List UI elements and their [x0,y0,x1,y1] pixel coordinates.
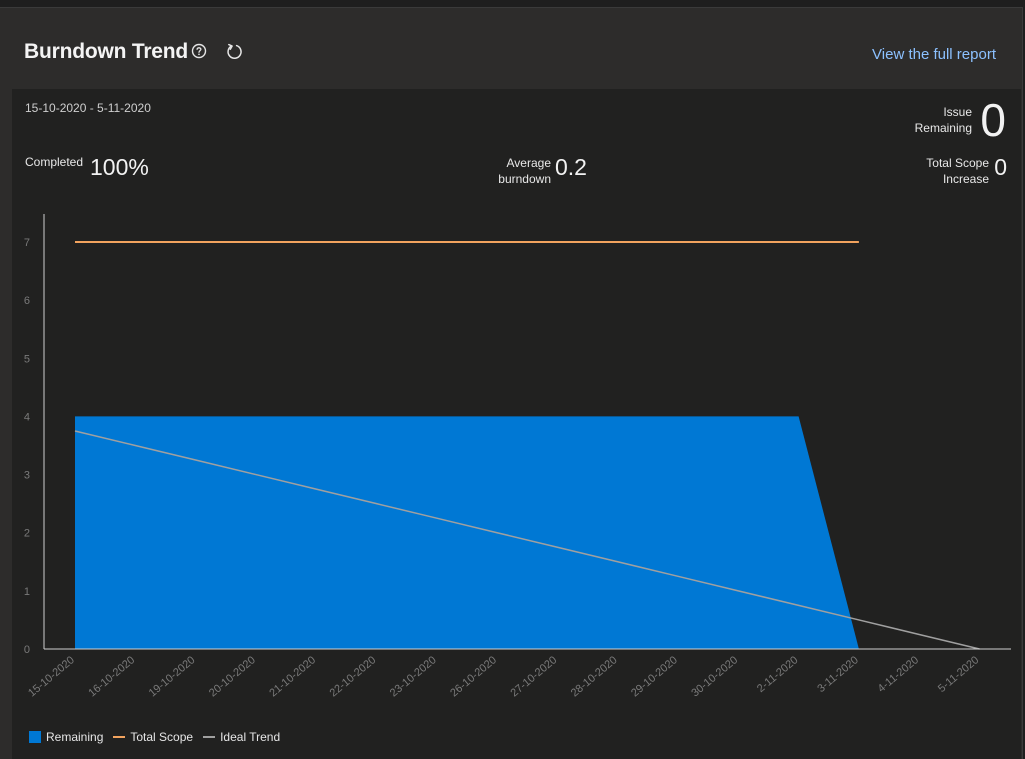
refresh-icon[interactable] [226,43,243,60]
y-tick-label: 1 [24,586,30,598]
issue-remaining-label-line1: Issue [943,105,972,119]
x-tick-label: 23-10-2020 [388,654,439,699]
x-tick-label: 29-10-2020 [629,654,680,699]
legend-item-ideal-trend[interactable]: Ideal Trend [203,730,280,744]
y-tick-label: 7 [24,237,30,249]
chart-panel: 0 1 2 3 4 5 6 7 15-10-2020 16-10-2020 19-10-2020 20… [12,89,1021,759]
average-burndown-label: Average burndown [482,155,551,187]
y-tick-label: 3 [24,470,30,482]
widget-title: Burndown Trend [24,40,189,63]
x-tick-label: 19-10-2020 [147,654,198,699]
legend-swatch-ideal-trend [203,736,216,738]
remaining-area [75,416,859,649]
average-burndown-label-line2: burndown [498,172,551,186]
issue-remaining-value: 0 [980,94,1006,146]
x-tick-label: 22-10-2020 [328,654,379,699]
completed-label: Completed [25,155,84,169]
x-tick-label: 16-10-2020 [86,654,137,699]
chart-legend: Remaining Total Scope Ideal Trend [29,730,290,744]
x-tick-label: 27-10-2020 [509,654,560,699]
help-circle-icon[interactable] [191,43,207,59]
total-scope-increase-label-line1: Total Scope [926,156,989,170]
x-tick-label: 20-10-2020 [207,654,258,699]
completed-value: 100% [90,154,149,180]
issue-remaining-label: Issue Remaining [915,104,972,136]
x-tick-label: 30-10-2020 [689,654,740,699]
view-full-report-link[interactable]: View the full report [872,46,996,63]
average-burndown-value: 0.2 [555,154,587,180]
legend-label-total-scope: Total Scope [130,730,194,744]
total-scope-increase-label: Total Scope Increase [926,155,989,187]
x-tick-label: 28-10-2020 [569,654,620,699]
x-tick-label: 15-10-2020 [26,654,77,699]
widget-header: Burndown Trend View the full report [0,8,1022,88]
x-tick-label: 21-10-2020 [267,654,318,699]
date-range: 15-10-2020 - 5-11-2020 [25,101,151,115]
x-tick-label: 4-11-2020 [876,654,922,695]
y-tick-label: 5 [24,353,30,365]
x-tick-label: 3-11-2020 [815,654,861,695]
x-tick-label: 5-11-2020 [936,654,982,695]
issue-remaining-label-line2: Remaining [914,121,972,135]
average-burndown-label-line1: Average [506,156,551,170]
x-tick-label: 2-11-2020 [755,654,801,695]
burndown-widget: Burndown Trend View the full report 0123… [0,7,1023,759]
legend-label-ideal-trend: Ideal Trend [220,730,281,744]
x-tick-label: 26-10-2020 [448,654,499,699]
y-tick-label: 4 [24,411,30,423]
legend-item-total-scope[interactable]: Total Scope [113,730,193,744]
legend-swatch-remaining [29,731,41,743]
legend-label-remaining: Remaining [46,730,104,744]
total-scope-increase-label-line2: Increase [942,172,989,186]
legend-swatch-total-scope [113,736,126,738]
y-tick-label: 6 [24,295,30,307]
burndown-chart: 0 1 2 3 4 5 6 7 15-10-2020 16-10-2020 19-10-2020 20… [24,214,1011,699]
total-scope-increase-value: 0 [994,154,1007,180]
legend-item-remaining[interactable]: Remaining [29,730,103,744]
y-tick-label: 2 [24,528,30,540]
y-tick-label: 0 [24,644,30,656]
